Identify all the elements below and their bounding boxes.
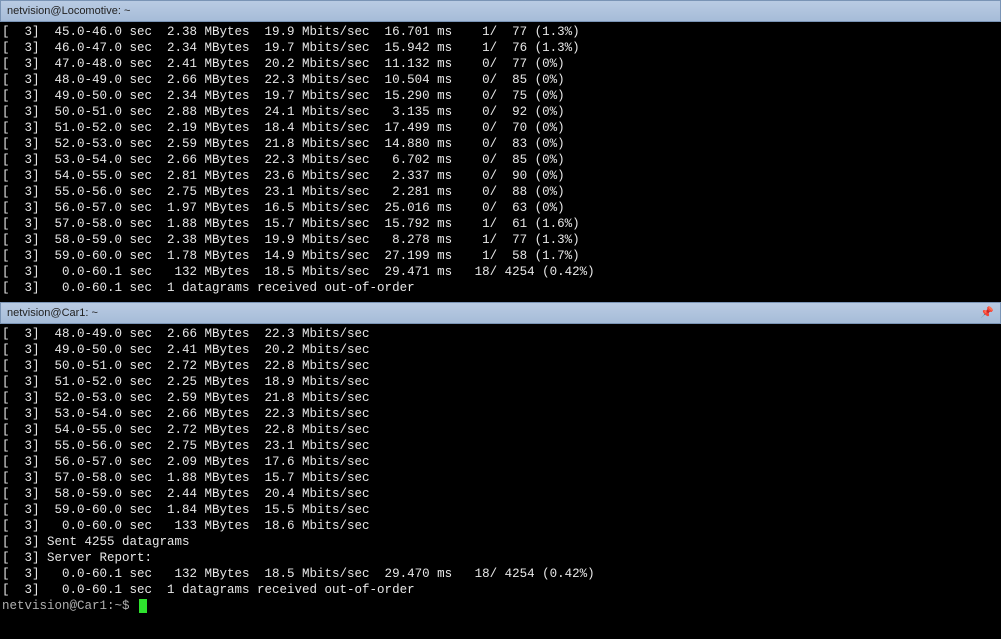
titlebar-car1[interactable]: netvision@Car1: ~ 📌 bbox=[0, 302, 1001, 324]
iperf-row: [ 3] 49.0-50.0 sec 2.41 MBytes 20.2 Mbit… bbox=[2, 342, 1001, 358]
iperf-row: [ 3] 47.0-48.0 sec 2.41 MBytes 20.2 Mbit… bbox=[2, 56, 1001, 72]
cursor-icon bbox=[139, 599, 147, 613]
iperf-row: [ 3] 59.0-60.0 sec 1.84 MBytes 15.5 Mbit… bbox=[2, 502, 1001, 518]
terminal-car1[interactable]: [ 3] 48.0-49.0 sec 2.66 MBytes 22.3 Mbit… bbox=[0, 324, 1001, 620]
iperf-row: [ 3] 57.0-58.0 sec 1.88 MBytes 15.7 Mbit… bbox=[2, 216, 1001, 232]
iperf-row: [ 3] 48.0-49.0 sec 2.66 MBytes 22.3 Mbit… bbox=[2, 72, 1001, 88]
shell-prompt[interactable]: netvision@Car1:~$ bbox=[2, 598, 1001, 614]
iperf-row: [ 3] 53.0-54.0 sec 2.66 MBytes 22.3 Mbit… bbox=[2, 152, 1001, 168]
titlebar-locomotive[interactable]: netvision@Locomotive: ~ bbox=[0, 0, 1001, 22]
iperf-row: [ 3] 45.0-46.0 sec 2.38 MBytes 19.9 Mbit… bbox=[2, 24, 1001, 40]
iperf-row: [ 3] 57.0-58.0 sec 1.88 MBytes 15.7 Mbit… bbox=[2, 470, 1001, 486]
iperf-row: [ 3] 56.0-57.0 sec 1.97 MBytes 16.5 Mbit… bbox=[2, 200, 1001, 216]
iperf-row: [ 3] 46.0-47.0 sec 2.34 MBytes 19.7 Mbit… bbox=[2, 40, 1001, 56]
iperf-ooo-line: [ 3] 0.0-60.1 sec 1 datagrams received o… bbox=[2, 582, 1001, 598]
iperf-row: [ 3] 50.0-51.0 sec 2.88 MBytes 24.1 Mbit… bbox=[2, 104, 1001, 120]
iperf-row: [ 3] 58.0-59.0 sec 2.44 MBytes 20.4 Mbit… bbox=[2, 486, 1001, 502]
iperf-msg-line: [ 3] Server Report: bbox=[2, 550, 1001, 566]
iperf-row: [ 3] 53.0-54.0 sec 2.66 MBytes 22.3 Mbit… bbox=[2, 406, 1001, 422]
iperf-row: [ 3] 56.0-57.0 sec 2.09 MBytes 17.6 Mbit… bbox=[2, 454, 1001, 470]
iperf-row: [ 3] 59.0-60.0 sec 1.78 MBytes 14.9 Mbit… bbox=[2, 248, 1001, 264]
iperf-row: [ 3] 0.0-60.1 sec 132 MBytes 18.5 Mbits/… bbox=[2, 264, 1001, 280]
titlebar-car1-text: netvision@Car1: ~ bbox=[7, 305, 98, 321]
iperf-msg-line: [ 3] Sent 4255 datagrams bbox=[2, 534, 1001, 550]
iperf-row: [ 3] 51.0-52.0 sec 2.25 MBytes 18.9 Mbit… bbox=[2, 374, 1001, 390]
iperf-row: [ 3] 48.0-49.0 sec 2.66 MBytes 22.3 Mbit… bbox=[2, 326, 1001, 342]
iperf-row: [ 3] 54.0-55.0 sec 2.81 MBytes 23.6 Mbit… bbox=[2, 168, 1001, 184]
prompt-text: netvision@Car1:~$ bbox=[2, 598, 137, 614]
iperf-row: [ 3] 51.0-52.0 sec 2.19 MBytes 18.4 Mbit… bbox=[2, 120, 1001, 136]
iperf-report-row: [ 3] 0.0-60.1 sec 132 MBytes 18.5 Mbits/… bbox=[2, 566, 1001, 582]
terminal-locomotive[interactable]: [ 3] 45.0-46.0 sec 2.38 MBytes 19.9 Mbit… bbox=[0, 22, 1001, 302]
iperf-row: [ 3] 55.0-56.0 sec 2.75 MBytes 23.1 Mbit… bbox=[2, 438, 1001, 454]
iperf-row: [ 3] 52.0-53.0 sec 2.59 MBytes 21.8 Mbit… bbox=[2, 390, 1001, 406]
iperf-row: [ 3] 0.0-60.0 sec 133 MBytes 18.6 Mbits/… bbox=[2, 518, 1001, 534]
titlebar-locomotive-text: netvision@Locomotive: ~ bbox=[7, 3, 130, 19]
iperf-row: [ 3] 50.0-51.0 sec 2.72 MBytes 22.8 Mbit… bbox=[2, 358, 1001, 374]
iperf-ooo-line: [ 3] 0.0-60.1 sec 1 datagrams received o… bbox=[2, 280, 1001, 296]
iperf-row: [ 3] 49.0-50.0 sec 2.34 MBytes 19.7 Mbit… bbox=[2, 88, 1001, 104]
iperf-row: [ 3] 54.0-55.0 sec 2.72 MBytes 22.8 Mbit… bbox=[2, 422, 1001, 438]
iperf-row: [ 3] 52.0-53.0 sec 2.59 MBytes 21.8 Mbit… bbox=[2, 136, 1001, 152]
pin-icon[interactable]: 📌 bbox=[980, 305, 994, 321]
iperf-row: [ 3] 55.0-56.0 sec 2.75 MBytes 23.1 Mbit… bbox=[2, 184, 1001, 200]
iperf-row: [ 3] 58.0-59.0 sec 2.38 MBytes 19.9 Mbit… bbox=[2, 232, 1001, 248]
